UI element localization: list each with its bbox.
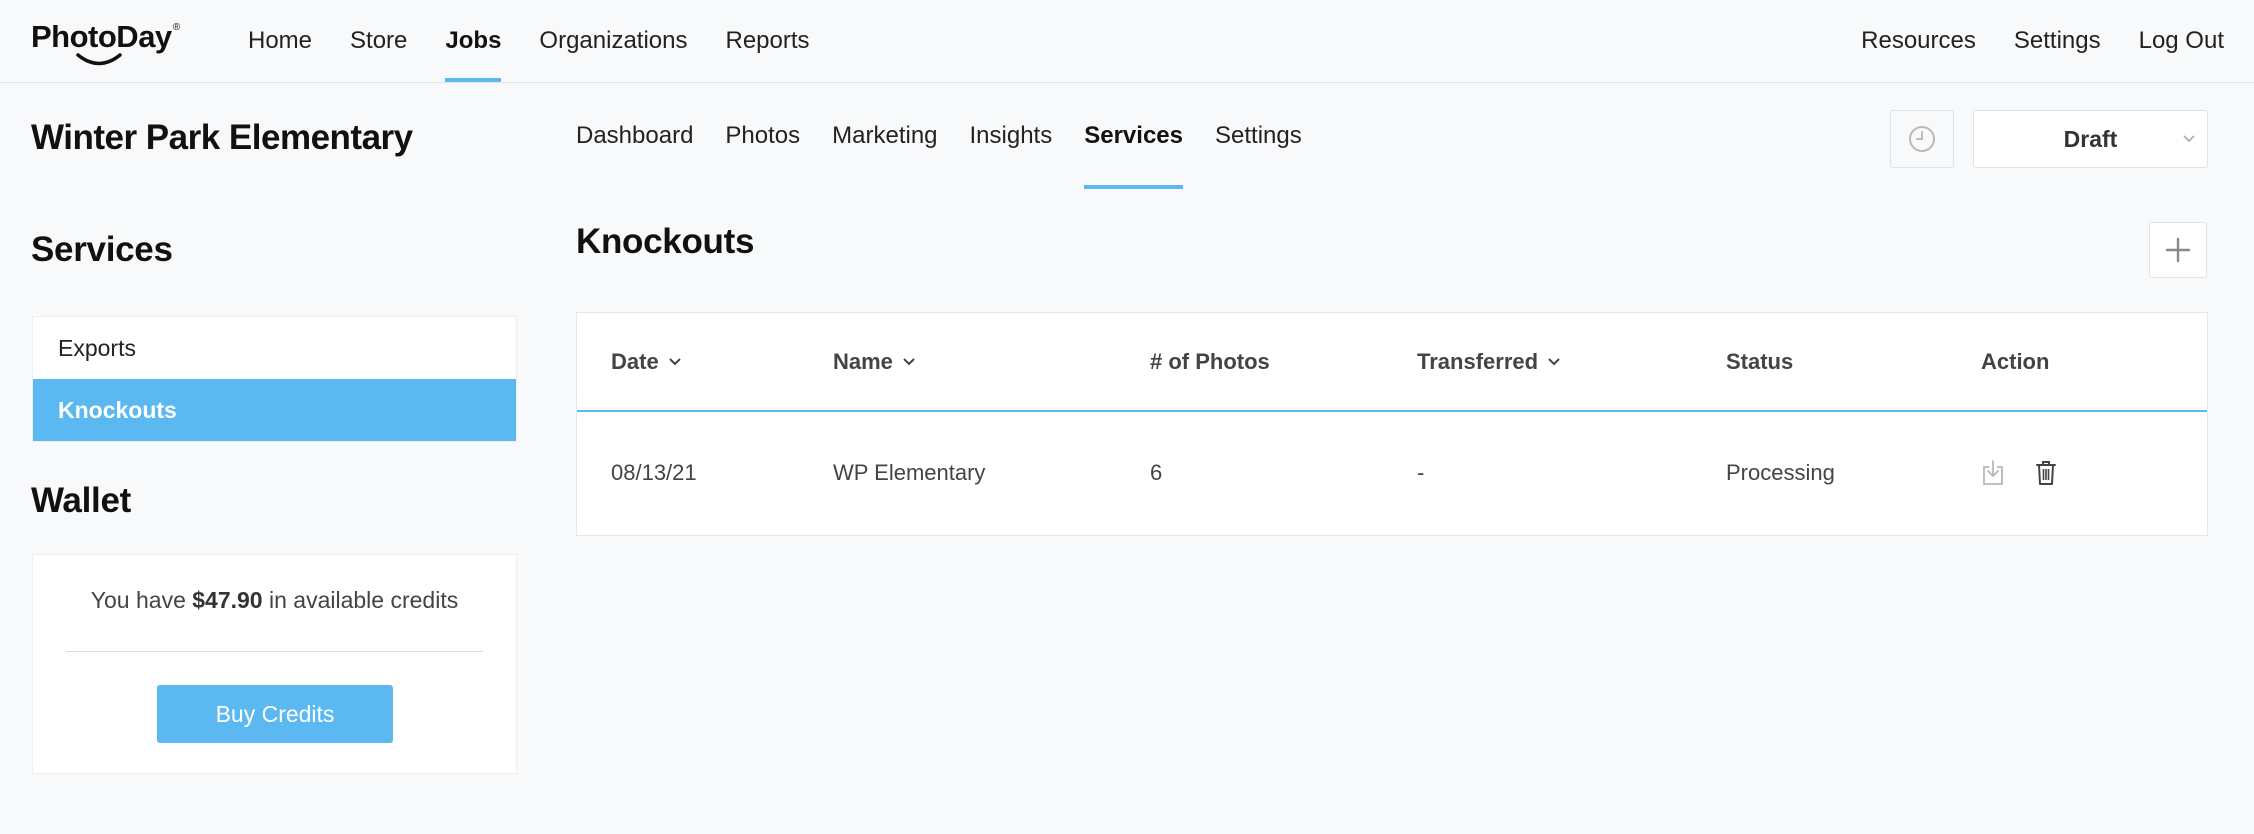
- cell-action: [1981, 412, 2057, 534]
- cell-photos: 6: [1150, 460, 1163, 485]
- wallet-prefix: You have: [90, 587, 193, 613]
- tab-settings[interactable]: Settings: [1215, 82, 1302, 189]
- tab-marketing[interactable]: Marketing: [832, 82, 937, 189]
- clock-icon: [1909, 126, 1935, 152]
- column-header-transferred[interactable]: Transferred: [1417, 313, 1560, 410]
- nav-store[interactable]: Store: [350, 0, 407, 82]
- tab-photos[interactable]: Photos: [725, 82, 800, 189]
- chevron-down-icon: [2183, 135, 2195, 143]
- tab-insights[interactable]: Insights: [970, 82, 1053, 189]
- sidebar-item-exports[interactable]: Exports: [33, 317, 516, 379]
- download-button[interactable]: [1981, 459, 2005, 487]
- account-nav: Resources Settings Log Out: [1823, 0, 2224, 82]
- job-subnav: Dashboard Photos Marketing Insights Serv…: [576, 82, 1334, 189]
- wallet-balance-text: You have $47.90 in available credits: [33, 587, 516, 614]
- logo-registered-mark: ®: [172, 22, 181, 33]
- knockouts-table: Date Name # of Photos Transferred Status…: [576, 312, 2208, 536]
- nav-organizations[interactable]: Organizations: [539, 0, 687, 82]
- chevron-down-icon: [903, 357, 915, 365]
- job-status-value: Draft: [2063, 125, 2118, 152]
- trash-icon: [2036, 461, 2056, 485]
- photoday-logo[interactable]: PhotoDay ®: [31, 18, 181, 66]
- job-status-select[interactable]: Draft: [1973, 110, 2208, 168]
- logo-smile-icon: [76, 53, 122, 66]
- column-header-name[interactable]: Name: [833, 313, 915, 410]
- job-title: Winter Park Elementary: [31, 118, 413, 157]
- cell-date: 08/13/21: [611, 460, 697, 485]
- cell-status: Processing: [1726, 460, 1835, 485]
- page-title: Knockouts: [576, 222, 755, 261]
- download-icon: [1983, 460, 2003, 485]
- nav-settings[interactable]: Settings: [2014, 0, 2101, 82]
- plus-icon: [2165, 237, 2191, 263]
- wallet-suffix: in available credits: [262, 587, 459, 613]
- column-header-transferred-label: Transferred: [1417, 348, 1539, 374]
- cell-name: WP Elementary: [833, 460, 986, 485]
- logo-text: PhotoDay: [31, 19, 172, 54]
- wallet-heading: Wallet: [31, 481, 131, 520]
- column-header-action: Action: [1981, 348, 2050, 374]
- chevron-down-icon: [1548, 357, 1560, 365]
- wallet-amount: $47.90: [192, 587, 263, 613]
- nav-jobs[interactable]: Jobs: [445, 0, 502, 82]
- sidebar-item-knockouts[interactable]: Knockouts: [33, 379, 516, 441]
- nav-home[interactable]: Home: [248, 0, 312, 82]
- tab-services[interactable]: Services: [1084, 82, 1183, 189]
- nav-reports[interactable]: Reports: [726, 0, 810, 82]
- column-header-status: Status: [1726, 348, 1794, 374]
- services-menu: Exports Knockouts: [32, 316, 517, 442]
- wallet-card: You have $47.90 in available credits Buy…: [32, 554, 517, 774]
- main-nav: Home Store Jobs Organizations Reports: [248, 0, 848, 82]
- nav-log-out[interactable]: Log Out: [2139, 0, 2224, 82]
- cell-transferred: -: [1417, 460, 1425, 485]
- column-header-photos: # of Photos: [1150, 348, 1270, 374]
- top-navigation: PhotoDay ® Home Store Jobs Organizations…: [0, 0, 2254, 83]
- services-heading: Services: [31, 230, 173, 269]
- delete-button[interactable]: [2035, 459, 2057, 487]
- buy-credits-button[interactable]: Buy Credits: [157, 685, 393, 743]
- table-row: 08/13/21 WP Elementary 6 - Processing: [577, 412, 2207, 534]
- column-header-name-label: Name: [833, 348, 893, 374]
- table-header: Date Name # of Photos Transferred Status…: [577, 313, 2207, 412]
- tab-dashboard[interactable]: Dashboard: [576, 82, 693, 189]
- nav-resources[interactable]: Resources: [1861, 0, 1976, 82]
- column-header-date-label: Date: [611, 348, 659, 374]
- column-header-date[interactable]: Date: [611, 313, 681, 410]
- wallet-divider: [66, 651, 483, 652]
- chevron-down-icon: [668, 357, 681, 365]
- history-button[interactable]: [1890, 110, 1954, 168]
- add-knockout-button[interactable]: [2149, 222, 2207, 278]
